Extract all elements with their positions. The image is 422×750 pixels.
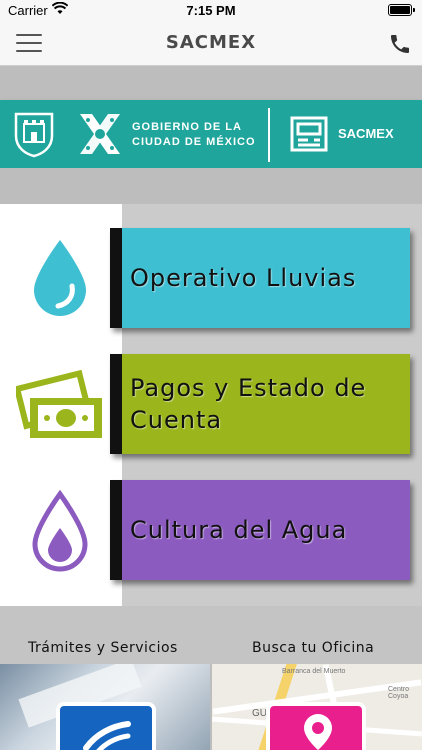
status-bar: Carrier 7:15 PM	[0, 0, 422, 22]
sacmex-label: SACMEX	[338, 126, 394, 141]
separator-strip	[0, 168, 422, 204]
cultura-del-agua-label: Cultura del Agua	[130, 516, 348, 544]
water-drop-outline-icon	[32, 489, 88, 572]
cultura-del-agua-button[interactable]: Cultura del Agua	[110, 480, 410, 580]
operativo-lluvias-button[interactable]: Operativo Lluvias	[110, 228, 410, 328]
nav-bar: SACMEX	[0, 22, 422, 66]
busca-oficina-label: Busca tu Oficina	[252, 640, 375, 656]
government-banner: GOBIERNO DE LA CIUDAD DE MÉXICO SACMEX	[0, 100, 422, 168]
busca-oficina-tile[interactable]: Barranca del Muerto Centro Coyoa GUAD	[212, 664, 422, 750]
cdmx-logo-icon	[80, 114, 120, 154]
tramites-servicios-tile[interactable]	[0, 664, 210, 750]
money-bills-icon	[16, 370, 102, 438]
cdmx-coat-of-arms-icon	[14, 112, 54, 158]
map-label: Barranca del Muerto	[282, 668, 346, 675]
operativo-lluvias-label: Operativo Lluvias	[130, 264, 357, 292]
tramites-servicios-label: Trámites y Servicios	[28, 640, 178, 656]
sacmex-logo-icon	[290, 116, 328, 152]
hand-card-icon	[83, 721, 131, 750]
map-label: Centro Coyoa	[388, 686, 410, 700]
tramites-badge	[56, 702, 156, 750]
pagos-estado-cuenta-button[interactable]: Pagos y Estado de Cuenta	[110, 354, 410, 454]
phone-icon[interactable]	[388, 32, 412, 56]
pagos-estado-cuenta-label: Pagos y Estado de Cuenta	[130, 374, 367, 434]
battery-icon	[388, 4, 415, 16]
page-title: SACMEX	[165, 32, 257, 53]
government-name: GOBIERNO DE LA CIUDAD DE MÉXICO	[132, 121, 256, 148]
banner-divider	[268, 108, 270, 162]
bottom-section: Trámites y Servicios Busca tu Oficina	[0, 606, 422, 664]
water-drop-icon	[34, 240, 86, 316]
clock: 7:15 PM	[186, 3, 236, 18]
oficina-badge	[266, 702, 366, 750]
location-pin-icon	[304, 714, 332, 750]
